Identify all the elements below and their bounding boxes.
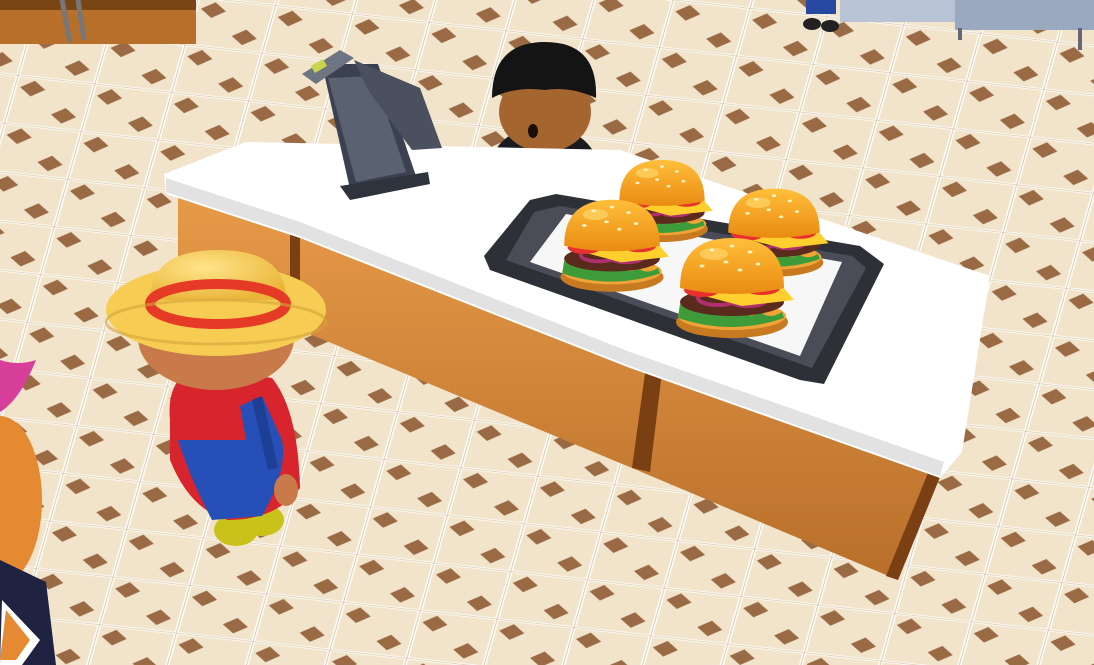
game-scene <box>0 0 1094 665</box>
background-table-left <box>0 0 196 44</box>
